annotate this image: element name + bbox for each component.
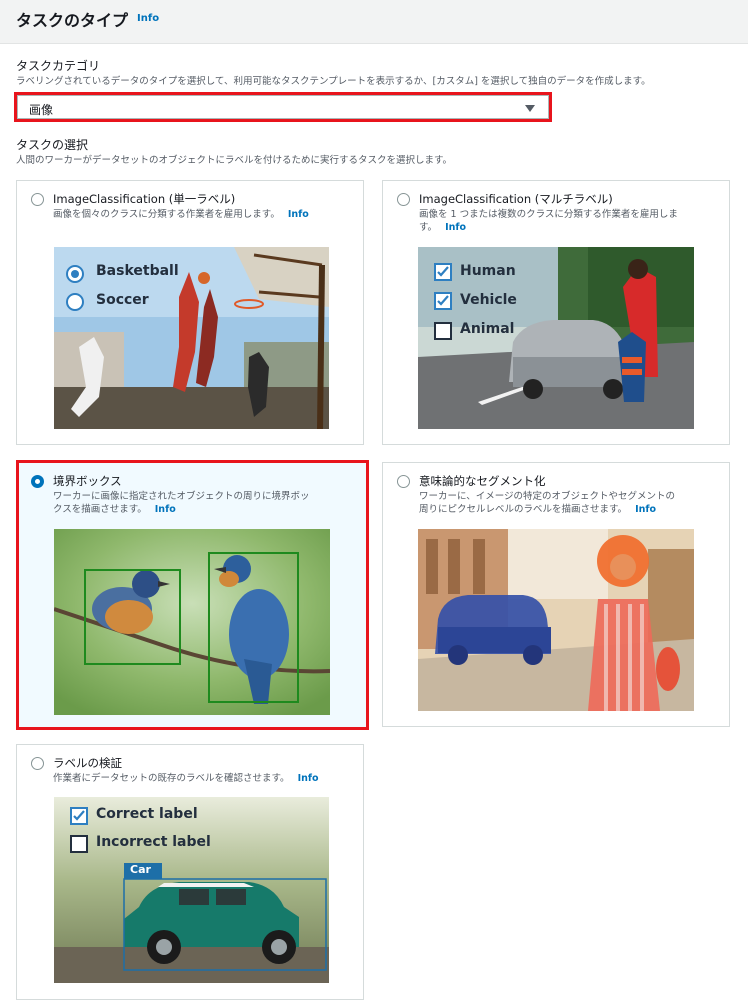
card-description-text: ワーカーに、イメージの特定のオブジェクトやセグメントの <box>419 491 676 502</box>
street-segmentation-image <box>418 529 694 711</box>
task-card-bounding-box[interactable]: 境界ボックス ワーカーに画像に指定されたオブジェクトの周りに境界ボッ クスを描画… <box>16 460 369 730</box>
card-description: 画像を個々のクラスに分類する作業者を雇用します。 Info <box>53 208 353 221</box>
card-title: ラベルの検証 <box>53 756 122 770</box>
card-title: ImageClassification (マルチラベル) <box>419 192 613 206</box>
overlay-label: Correct label <box>96 806 198 822</box>
overlay-label: Vehicle <box>460 292 517 308</box>
radio-button[interactable] <box>31 757 44 770</box>
basketball-radio-icon <box>66 265 84 283</box>
radio-button[interactable] <box>397 193 410 206</box>
task-selection-label: タスクの選択 <box>16 138 89 152</box>
card-description: 作業者にデータセットの既存のラベルを確認させます。 Info <box>53 772 353 785</box>
select-field[interactable]: 画像 <box>17 95 549 119</box>
card-description: ワーカーに画像に指定されたオブジェクトの周りに境界ボッ クスを描画させます。 In… <box>53 490 353 516</box>
overlay-label: Animal <box>460 321 515 337</box>
bounding-box-label: Car <box>130 863 151 876</box>
card-description: ワーカーに、イメージの特定のオブジェクトやセグメントの 周りにピクセルレベルのラ… <box>419 490 719 516</box>
task-card-label-verification[interactable]: ラベルの検証 作業者にデータセットの既存のラベルを確認させます。 Info Ca… <box>16 744 364 1000</box>
card-description-text: す。 <box>419 222 438 233</box>
radio-button[interactable] <box>397 475 410 488</box>
info-link[interactable]: Info <box>155 504 176 515</box>
checkbox-unchecked-icon <box>434 322 452 340</box>
select-value: 画像 <box>29 103 54 117</box>
birds-image <box>54 529 330 715</box>
card-description-text: 画像を 1 つまたは複数のクラスに分類する作業者を雇用しま <box>419 209 678 220</box>
task-category-select[interactable]: 画像 <box>14 92 552 122</box>
street-image: Human Vehicle Animal <box>418 247 694 429</box>
card-description-text: ワーカーに画像に指定されたオブジェクトの周りに境界ボッ <box>53 491 310 502</box>
card-description-text: クスを描画させます。 <box>53 504 147 515</box>
card-description-text: 周りにピクセルレベルのラベルを描画させます。 <box>419 504 628 515</box>
info-link[interactable]: Info <box>298 773 319 784</box>
overlay-label: Basketball <box>96 263 179 279</box>
card-description-text: 作業者にデータセットの既存のラベルを確認させます。 <box>53 773 290 784</box>
checkbox-checked-icon <box>70 807 88 825</box>
task-category-description: ラベリングされているデータのタイプを選択して、利用可能なタスクテンプレートを表示… <box>16 76 651 87</box>
card-description-text: 画像を個々のクラスに分類する作業者を雇用します。 <box>53 209 280 220</box>
radio-button-selected[interactable] <box>31 475 44 488</box>
task-card-semantic-segmentation[interactable]: 意味論的なセグメント化 ワーカーに、イメージの特定のオブジェクトやセグメントの … <box>382 462 730 727</box>
car-image: Car Correct label Incorrect label <box>54 797 329 983</box>
checkbox-unchecked-icon <box>70 835 88 853</box>
overlay-label: Incorrect label <box>96 834 211 850</box>
card-title: 意味論的なセグメント化 <box>419 474 546 488</box>
task-card-image-classification-multi[interactable]: ImageClassification (マルチラベル) 画像を 1 つまたは複… <box>382 180 730 445</box>
card-title: 境界ボックス <box>53 474 122 488</box>
card-description: 画像を 1 つまたは複数のクラスに分類する作業者を雇用しま す。 Info <box>419 208 719 234</box>
overlay-label: Human <box>460 263 516 279</box>
task-selection-description: 人間のワーカーがデータセットのオブジェクトにラベルを付けるために実行するタスクを… <box>16 155 453 166</box>
radio-button[interactable] <box>31 193 44 206</box>
overlay-label: Soccer <box>96 292 149 308</box>
info-link[interactable]: Info <box>445 222 466 233</box>
task-card-image-classification-single[interactable]: ImageClassification (単一ラベル) 画像を個々のクラスに分類… <box>16 180 364 445</box>
task-category-label: タスクカテゴリ <box>16 59 101 73</box>
checkbox-checked-icon <box>434 292 452 310</box>
checkbox-checked-icon <box>434 263 452 281</box>
page-title: タスクのタイプ <box>16 11 129 30</box>
basketball-image: Basketball Soccer <box>54 247 329 429</box>
info-link[interactable]: Info <box>137 13 159 24</box>
info-link[interactable]: Info <box>288 209 309 220</box>
info-link[interactable]: Info <box>635 504 656 515</box>
soccer-radio-icon <box>66 293 84 311</box>
card-title: ImageClassification (単一ラベル) <box>53 192 236 206</box>
caret-down-icon <box>525 105 535 112</box>
